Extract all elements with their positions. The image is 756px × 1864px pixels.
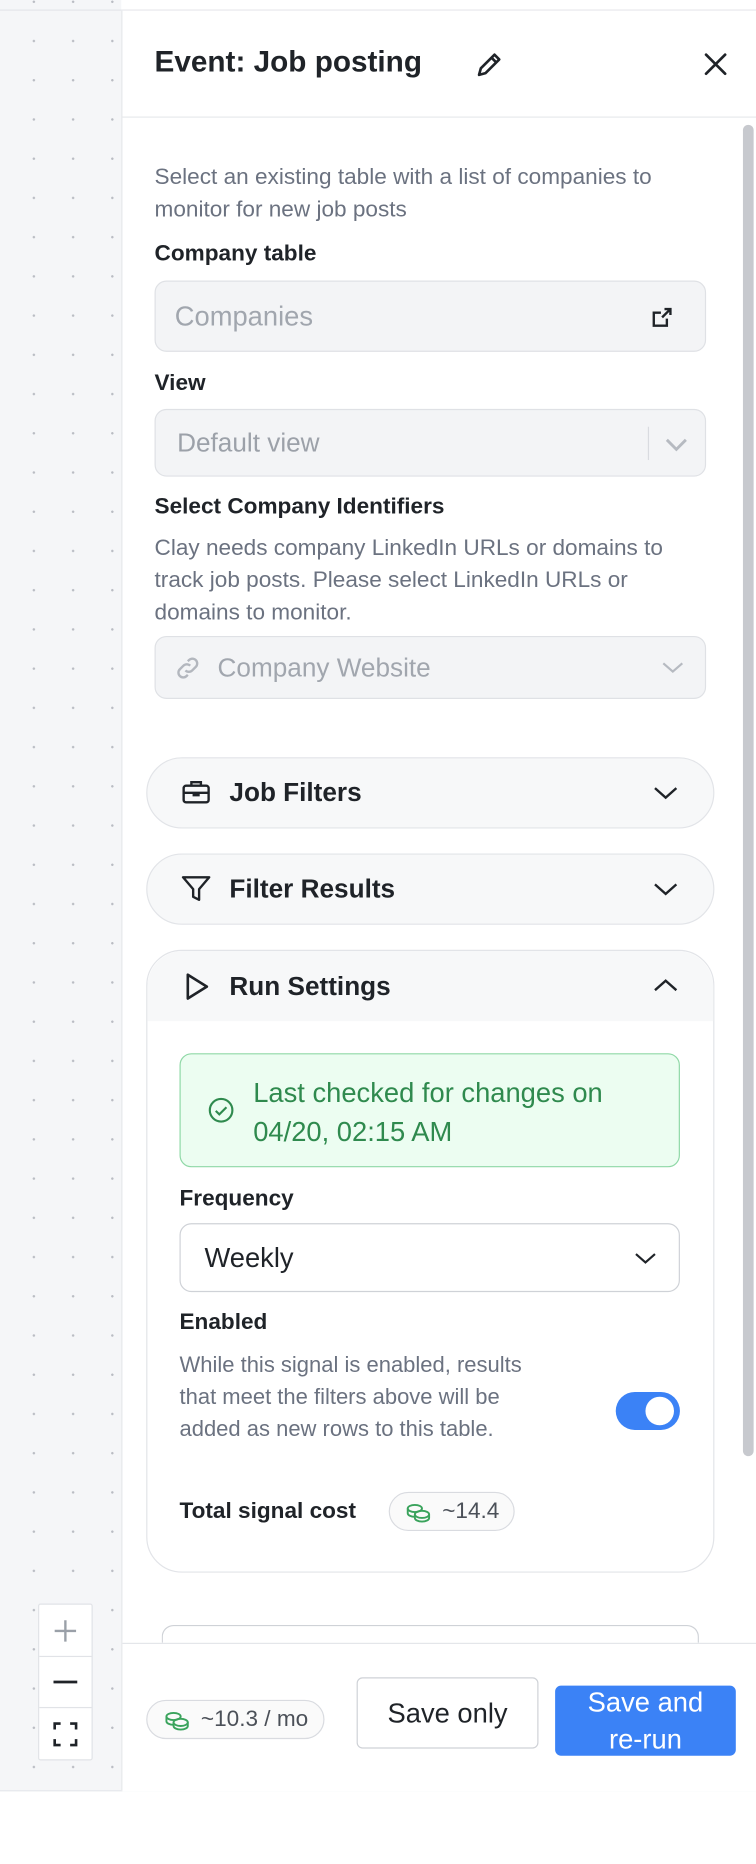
enabled-toggle[interactable] <box>615 1391 680 1431</box>
save-and-rerun-button[interactable]: Save and re-run <box>555 1685 736 1756</box>
close-icon[interactable] <box>700 49 731 80</box>
briefcase-icon <box>182 780 210 804</box>
chevron-down-icon <box>662 662 684 674</box>
identifiers-help: Clay needs company LinkedIn URLs or doma… <box>154 536 663 626</box>
minus-icon <box>53 1679 78 1683</box>
enabled-label: Enabled <box>179 1309 268 1335</box>
total-cost-value: ~14.4 <box>442 1498 500 1524</box>
zoom-in-button[interactable] <box>39 1605 92 1658</box>
total-cost-badge: ~14.4 <box>388 1491 515 1532</box>
check-circle-icon <box>208 1097 234 1123</box>
company-table-label: Company table <box>154 241 317 267</box>
frequency-label: Frequency <box>179 1186 294 1212</box>
zoom-controls <box>38 1603 93 1761</box>
play-icon <box>186 973 209 1000</box>
external-link-icon[interactable] <box>650 305 674 329</box>
select-separator <box>647 426 650 461</box>
scrollbar[interactable] <box>742 124 754 1457</box>
next-section-card[interactable] <box>161 1624 699 1643</box>
job-filters-section[interactable]: Job Filters <box>146 757 715 829</box>
chevron-down-icon <box>635 1253 656 1264</box>
chevron-up-icon[interactable] <box>651 971 680 1000</box>
filter-results-title: Filter Results <box>229 873 396 904</box>
last-checked-banner: Last checked for changes on 04/20, 02:15… <box>179 1053 680 1168</box>
chevron-down-icon <box>654 787 678 800</box>
signal-config-panel: Event: Job posting Select an existing ta… <box>121 10 756 1792</box>
view-select-value: Default view <box>177 427 320 458</box>
zoom-out-button[interactable] <box>39 1656 92 1709</box>
frequency-select[interactable]: Weekly <box>179 1223 680 1293</box>
panel-body[interactable]: Select an existing table with a list of … <box>122 118 756 1643</box>
panel-description: Select an existing table with a list of … <box>154 165 652 223</box>
run-settings-title: Run Settings <box>229 971 391 1001</box>
save-only-button[interactable]: Save only <box>356 1677 539 1749</box>
monthly-cost-value: ~10.3 / mo <box>200 1706 309 1732</box>
filter-results-section[interactable]: Filter Results <box>146 853 715 925</box>
coins-icon <box>165 1711 189 1730</box>
company-table-field[interactable]: Companies <box>154 280 707 352</box>
enabled-help: While this signal is enabled, results th… <box>179 1351 522 1441</box>
frequency-value: Weekly <box>204 1242 294 1274</box>
company-table-placeholder: Companies <box>174 300 314 332</box>
view-label: View <box>154 370 206 396</box>
filter-icon <box>181 876 211 902</box>
identifiers-select[interactable]: Company Website <box>154 635 707 699</box>
view-select[interactable]: Default view <box>154 408 707 477</box>
identifiers-label: Select Company Identifiers <box>154 494 445 520</box>
panel-title: Event: Job posting <box>154 45 422 79</box>
last-checked-text: Last checked for changes on 04/20, 02:15… <box>253 1076 603 1148</box>
fit-screen-icon <box>53 1721 78 1746</box>
run-settings-section: Run Settings Last checked for changes on… <box>146 949 715 1573</box>
coins-icon <box>406 1503 431 1522</box>
link-icon <box>177 657 199 679</box>
chevron-down-icon <box>654 883 678 896</box>
chevron-down-icon <box>665 438 687 452</box>
fit-view-button[interactable] <box>39 1708 91 1759</box>
run-settings-header[interactable]: Run Settings <box>147 950 714 1022</box>
panel-footer: ~10.3 / mo Save only Save and re-run <box>122 1642 756 1792</box>
panel-header: Event: Job posting <box>122 11 756 118</box>
monthly-cost-badge: ~10.3 / mo <box>146 1699 325 1740</box>
pencil-icon[interactable] <box>474 49 505 80</box>
plus-icon <box>54 1619 77 1642</box>
job-filters-title: Job Filters <box>229 777 362 808</box>
workflow-canvas[interactable] <box>0 0 122 1791</box>
toggle-knob <box>645 1396 674 1426</box>
identifiers-value: Company Website <box>217 652 431 683</box>
total-cost-label: Total signal cost <box>179 1498 357 1524</box>
save-and-rerun-label: Save and re-run <box>587 1686 704 1754</box>
